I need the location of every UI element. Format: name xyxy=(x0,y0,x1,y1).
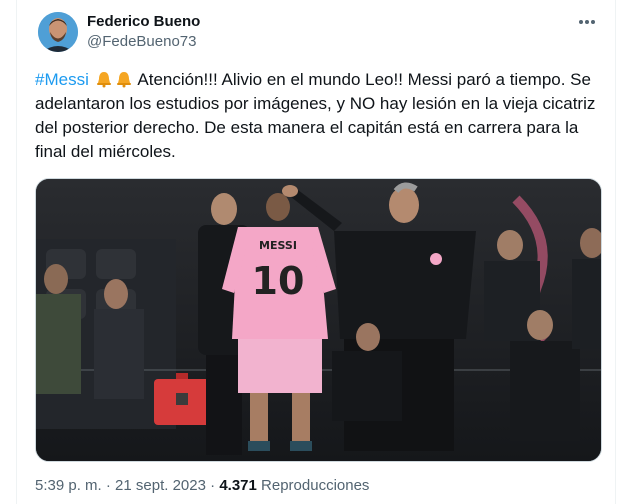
bell-emoji-icon xyxy=(96,72,111,88)
author-display-name[interactable]: Federico Bueno xyxy=(87,12,200,32)
author-handle[interactable]: @FedeBueno73 xyxy=(87,32,196,52)
tweet-card[interactable]: Federico Bueno @FedeBueno73 #Messi Atenc… xyxy=(16,0,616,504)
avatar-image xyxy=(38,12,78,52)
avatar[interactable] xyxy=(38,12,78,52)
stadium-photo: MESSI 10 xyxy=(36,179,601,461)
tweet-meta: 5:39 p. m. · 21 sept. 2023 · 4.371 Repro… xyxy=(35,476,369,496)
meta-separator: · xyxy=(105,477,111,494)
jersey-name: MESSI xyxy=(259,239,297,252)
tweet-text: #Messi Atención!!! Alivio en el mundo Le… xyxy=(35,68,603,164)
view-count: 4.371 xyxy=(219,477,257,494)
bell-emoji-icon xyxy=(116,72,131,88)
jersey-number: 10 xyxy=(252,259,305,303)
tweet-time[interactable]: 5:39 p. m. xyxy=(35,477,102,494)
more-options-button[interactable] xyxy=(575,12,599,32)
view-count-label: Reproducciones xyxy=(261,477,370,494)
tweet-date[interactable]: 21 sept. 2023 xyxy=(115,477,206,494)
hashtag-link[interactable]: #Messi xyxy=(35,70,89,89)
meta-separator: · xyxy=(210,477,216,494)
tweet-photo[interactable]: MESSI 10 xyxy=(35,178,602,462)
more-dots-icon xyxy=(579,20,595,24)
